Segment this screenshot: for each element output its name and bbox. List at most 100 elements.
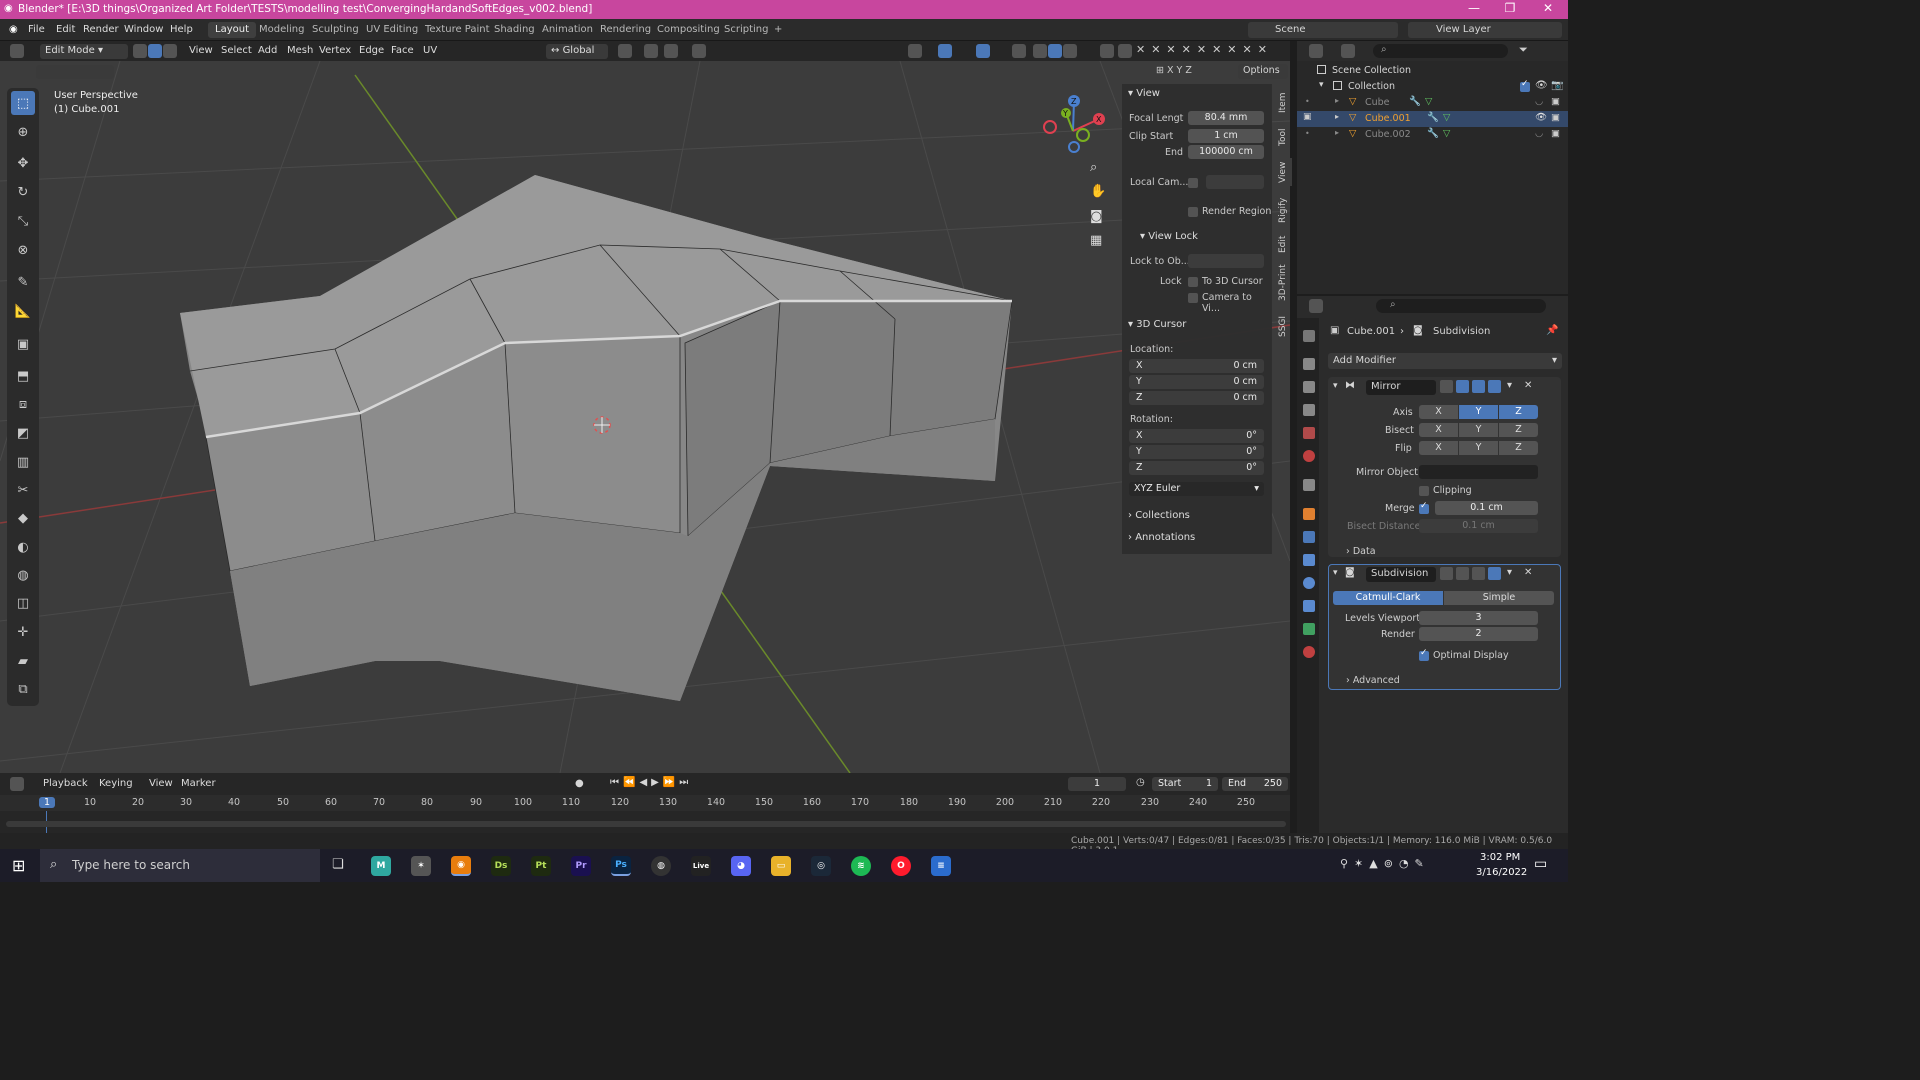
shear-tool[interactable]: ▰ [11,649,35,673]
outliner-search-input[interactable]: ⌕ [1373,44,1508,58]
mirror-bisect-y[interactable]: Y [1459,423,1498,437]
modifier-properties-icon[interactable] [1303,531,1315,543]
clip-end-field[interactable]: 100000 cm [1188,145,1264,159]
mesh-data-properties-icon[interactable] [1303,623,1315,635]
filter-icon[interactable]: ⏷ [1519,43,1528,57]
blender-menu-icon[interactable]: ◉ [9,24,18,35]
zoom-icon[interactable]: ⌕ [1090,160,1097,175]
tab-view[interactable]: View [1278,158,1292,186]
rotation-mode-dropdown[interactable]: XYZ Euler ▾ [1129,482,1264,496]
mirror-editmode-toggle[interactable] [1440,380,1453,393]
options-dropdown[interactable]: Options [1238,64,1288,79]
scene-properties-icon[interactable] [1303,427,1315,439]
tab-layout[interactable]: Layout [208,22,256,38]
tab-shading[interactable]: Shading [487,22,542,38]
navigation-gizmo[interactable]: X Z Y [1040,91,1110,161]
taskbar-app-m-icon[interactable]: M [371,856,391,876]
editor-type-icon[interactable] [10,44,24,58]
knife-tool[interactable]: ✂ [11,478,35,502]
subdivision-options-dropdown[interactable]: ▾ [1507,567,1512,578]
proportional-edit-icon[interactable] [692,44,706,58]
mirror-flip-x[interactable]: X [1419,441,1458,455]
mirror-data-subpanel[interactable]: › Data [1346,546,1376,557]
rip-tool[interactable]: ⧉ [11,677,35,701]
menu-vertex[interactable]: Vertex [314,44,356,59]
overlay-toggle-icon[interactable] [976,44,990,58]
tab-item[interactable]: Item [1278,88,1292,118]
subdivision-cage-toggle[interactable] [1456,567,1469,580]
scene-selector[interactable] [1248,22,1398,38]
mirror-object-field[interactable] [1419,465,1538,479]
task-view-icon[interactable]: ❏ [332,857,344,872]
collection-row[interactable]: ▾ Collection 👁 📷 [1297,79,1568,95]
collection-properties-icon[interactable] [1303,479,1315,491]
camera-view-icon[interactable]: ◙ [1090,209,1103,224]
properties-search-input[interactable]: ⌕ [1376,299,1546,313]
add-workspace-button[interactable]: + [767,22,789,38]
mirror-axis-y[interactable]: Y [1459,405,1498,419]
mirror-axis-z[interactable]: Z [1499,405,1538,419]
taskbar-app-ds-icon[interactable]: Ds [491,856,511,876]
lock-to-cursor-checkbox[interactable] [1188,277,1198,287]
minimize-button[interactable]: — [1460,1,1488,15]
outliner-item-cube-001[interactable]: ▣ ▸ ▽ Cube.001 🔧 ▽ 👁 ▣ [1297,111,1568,127]
loop-cut-tool[interactable]: ▥ [11,450,35,474]
subdivision-render-toggle[interactable] [1488,567,1501,580]
menu-edge[interactable]: Edge [354,44,389,59]
collection-eye-icon[interactable]: 👁 [1535,80,1548,91]
transform-orientation[interactable]: ↔ Global [546,44,608,59]
cursor-tool[interactable]: ⊕ [11,120,35,144]
advanced-subpanel[interactable]: › Advanced [1346,675,1400,686]
timeline-editor-icon[interactable] [10,777,24,791]
cube-camera-icon[interactable]: ▣ [1551,96,1560,107]
cube-001-camera-icon[interactable]: ▣ [1551,112,1560,123]
tab-uv-editing[interactable]: UV Editing [359,22,425,38]
annotations-section[interactable]: › Annotations [1128,532,1195,543]
cube-001-modifier-icon[interactable]: 🔧 [1427,112,1439,123]
properties-editor-icon[interactable] [1309,299,1323,313]
menu-render[interactable]: Render [83,24,119,35]
collection-expand-icon[interactable]: ▾ [1319,80,1324,90]
add-cube-tool[interactable]: ▣ [11,332,35,356]
windows-start-icon[interactable]: ⊞ [12,856,25,875]
object-properties-icon[interactable] [1303,508,1315,520]
menu-view[interactable]: View [184,44,218,59]
transform-tool[interactable]: ⊗ [11,238,35,262]
clip-start-field[interactable]: 1 cm [1188,129,1264,143]
taskbar-app-pr-icon[interactable]: Pr [571,856,591,876]
cube-002-eye-closed-icon[interactable]: ◡ [1535,128,1543,139]
vertex-select-icon[interactable] [133,44,147,58]
world-properties-icon[interactable] [1303,450,1315,462]
taskbar-app-zbrush-icon[interactable]: ✶ [411,856,431,876]
cursor-loc-x[interactable]: X 0 cm [1129,359,1264,373]
local-camera-field[interactable] [1206,175,1264,189]
playback-controls[interactable]: ⏮⏪◀▶⏩⏭ [610,777,692,788]
smooth-tool[interactable]: ◍ [11,563,35,587]
taskbar-obs-icon[interactable]: ◍ [651,856,671,876]
cursor-rot-z[interactable]: Z 0° [1129,461,1264,475]
scene-collection-row[interactable]: Scene Collection [1297,63,1568,79]
mirror-name-field[interactable]: Mirror [1366,380,1436,395]
add-modifier-dropdown[interactable]: Add Modifier ▾ [1328,353,1562,369]
edge-slide-tool[interactable]: ◫ [11,591,35,615]
taskbar-app-ps-icon[interactable]: Ps [611,856,631,876]
3d-cursor-header[interactable]: ▾ 3D Cursor [1128,319,1186,330]
material-properties-icon[interactable] [1303,646,1315,658]
frame-tick-1[interactable]: 1 [39,797,55,808]
tool-properties-icon[interactable] [1303,330,1315,342]
merge-distance-field[interactable]: 0.1 cm [1435,501,1538,515]
bisect-distance-field[interactable]: 0.1 cm [1419,519,1538,533]
tab-edit[interactable]: Edit [1278,232,1292,256]
scale-tool[interactable]: ⤡ [11,209,35,233]
mirror-options-dropdown[interactable]: ▾ [1507,380,1512,391]
taskbar-steam-icon[interactable]: ◎ [811,856,831,876]
cube-001-mesh-data-icon[interactable]: ▽ [1443,112,1450,123]
cube-002-camera-icon[interactable]: ▣ [1551,128,1560,139]
outliner-item-cube-002[interactable]: • ▸ ▽ Cube.002 🔧 ▽ ◡ ▣ [1297,127,1568,143]
taskbar-discord-icon[interactable]: ◕ [731,856,751,876]
taskbar-blender-icon[interactable]: ◉ [451,856,471,876]
solid-shading-icon[interactable] [1048,44,1062,58]
taskbar-app-pt-icon[interactable]: Pt [531,856,551,876]
tab-tool[interactable]: Tool [1278,124,1292,150]
subdivision-viewport-toggle[interactable] [1472,567,1485,580]
